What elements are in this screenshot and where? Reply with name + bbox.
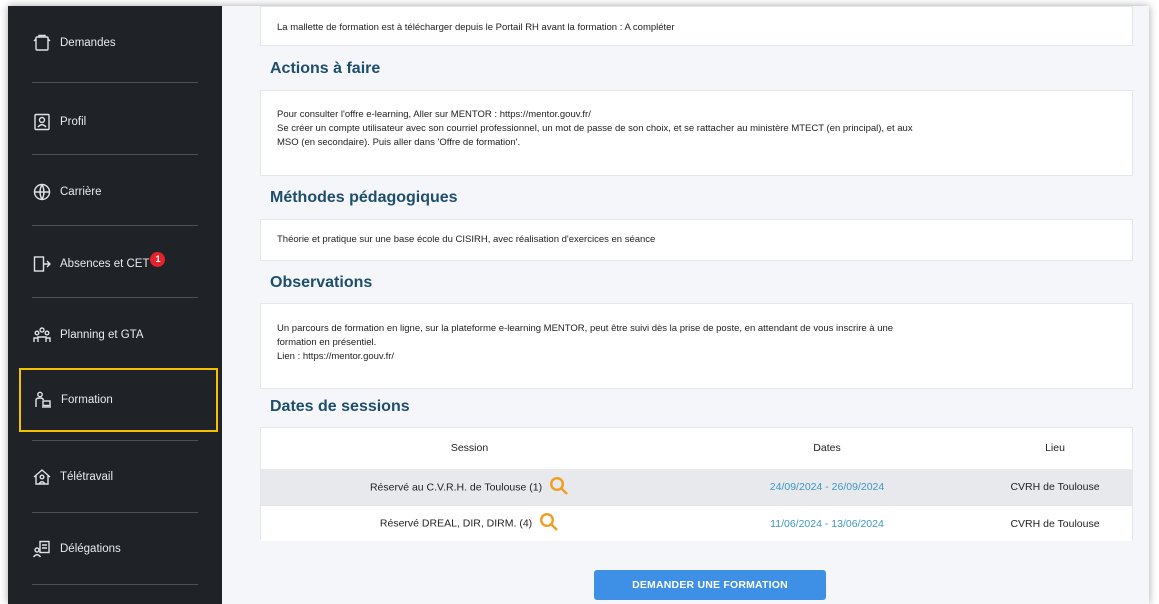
delegation-icon bbox=[32, 539, 52, 559]
request-training-button[interactable]: DEMANDER UNE FORMATION bbox=[594, 570, 826, 600]
column-header-session: Session bbox=[450, 442, 489, 454]
divider bbox=[32, 297, 198, 298]
divider bbox=[32, 225, 198, 226]
session-name: Réservé DREAL, DIR, DIRM. (4) bbox=[379, 517, 533, 530]
divider bbox=[32, 82, 198, 83]
table-header-row: Session Dates Lieu bbox=[261, 428, 1132, 468]
divider bbox=[32, 584, 198, 585]
column-header-lieu: Lieu bbox=[1045, 442, 1065, 454]
sidebar-item-carriere[interactable]: Carrière bbox=[20, 161, 216, 223]
actions-line: Se créer un compte utilisateur avec son … bbox=[277, 123, 913, 134]
sidebar: Demandes Profil Carrière Absences et CET… bbox=[8, 6, 222, 604]
methodes-card: Théorie et pratique sur une base école d… bbox=[260, 219, 1133, 261]
observations-card: Un parcours de formation en ligne, sur l… bbox=[260, 303, 1133, 389]
sidebar-item-label: Délégations bbox=[60, 543, 121, 555]
session-cell: Réservé au C.V.R.H. de Toulouse (1) bbox=[261, 476, 678, 499]
session-location: CVRH de Toulouse bbox=[1010, 481, 1100, 493]
id-card-icon bbox=[32, 112, 52, 132]
sidebar-item-absences[interactable]: Absences et CET 1 bbox=[20, 233, 216, 295]
sidebar-item-planning[interactable]: Planning et GTA bbox=[20, 304, 216, 366]
sidebar-item-label: Demandes bbox=[60, 37, 116, 49]
people-group-icon bbox=[32, 325, 52, 345]
divider bbox=[32, 440, 198, 441]
door-exit-icon bbox=[32, 254, 52, 274]
sidebar-item-label: Planning et GTA bbox=[60, 329, 144, 341]
section-title-actions: Actions à faire bbox=[270, 60, 381, 77]
sidebar-item-teletravail[interactable]: Télétravail bbox=[20, 446, 216, 508]
session-dates-link[interactable]: 24/09/2024 - 26/09/2024 bbox=[678, 481, 976, 493]
search-icon[interactable] bbox=[549, 476, 569, 499]
session-location: CVRH de Toulouse bbox=[1010, 517, 1100, 530]
sidebar-item-formation[interactable]: Formation bbox=[19, 368, 218, 432]
actions-line: Pour consulter l'offre e-learning, Aller… bbox=[277, 109, 591, 120]
sidebar-item-label: Télétravail bbox=[60, 471, 114, 483]
session-dates-link[interactable]: 11/06/2024 - 13/06/2024 bbox=[678, 518, 976, 530]
column-header-dates: Dates bbox=[813, 442, 841, 454]
observations-line: Lien : https://mentor.gouv.fr/ bbox=[277, 351, 395, 362]
session-name: Réservé au C.V.R.H. de Toulouse (1) bbox=[369, 480, 543, 493]
methodes-text: Théorie et pratique sur une base école d… bbox=[277, 234, 656, 245]
clipboard-icon bbox=[32, 33, 52, 53]
person-laptop-icon bbox=[33, 390, 53, 410]
home-person-icon bbox=[32, 467, 52, 487]
sidebar-item-delegations[interactable]: Délégations bbox=[20, 518, 216, 580]
sessions-table: Session Dates Lieu Réservé au C.V.R.H. d… bbox=[260, 427, 1133, 541]
sidebar-item-label: Carrière bbox=[60, 186, 102, 198]
table-row[interactable]: Réservé au C.V.R.H. de Toulouse (1) 24/0… bbox=[261, 469, 1132, 505]
sidebar-item-label: Profil bbox=[60, 116, 87, 128]
scrollbar-track[interactable] bbox=[1133, 6, 1149, 604]
actions-line: MSO (en secondaire). Puis aller dans 'Of… bbox=[277, 137, 521, 148]
observations-line: Un parcours de formation en ligne, sur l… bbox=[277, 323, 894, 334]
observations-line: formation en présentiel. bbox=[277, 337, 377, 348]
globe-icon bbox=[32, 182, 52, 202]
training-kit-text: La mallette de formation est à télécharg… bbox=[277, 22, 675, 33]
section-title-sessions: Dates de sessions bbox=[270, 398, 410, 415]
session-cell: Réservé DREAL, DIR, DIRM. (4) bbox=[261, 512, 678, 535]
sidebar-item-label: Formation bbox=[61, 394, 113, 406]
main-content: La mallette de formation est à télécharg… bbox=[222, 6, 1149, 604]
training-kit-card: La mallette de formation est à télécharg… bbox=[260, 6, 1133, 46]
divider bbox=[32, 512, 198, 513]
actions-card: Pour consulter l'offre e-learning, Aller… bbox=[260, 90, 1133, 176]
sidebar-item-demandes[interactable]: Demandes bbox=[20, 12, 216, 74]
divider bbox=[32, 154, 198, 155]
section-title-observations: Observations bbox=[270, 274, 373, 291]
search-icon[interactable] bbox=[539, 512, 559, 535]
sidebar-item-profil[interactable]: Profil bbox=[20, 91, 216, 153]
table-row[interactable]: Réservé DREAL, DIR, DIRM. (4) 11/06/2024… bbox=[261, 505, 1132, 541]
app-window: Demandes Profil Carrière Absences et CET… bbox=[8, 6, 1149, 604]
notification-badge: 1 bbox=[150, 251, 166, 267]
section-title-methodes: Méthodes pédagogiques bbox=[270, 189, 458, 206]
sidebar-item-label: Absences et CET bbox=[60, 258, 150, 270]
